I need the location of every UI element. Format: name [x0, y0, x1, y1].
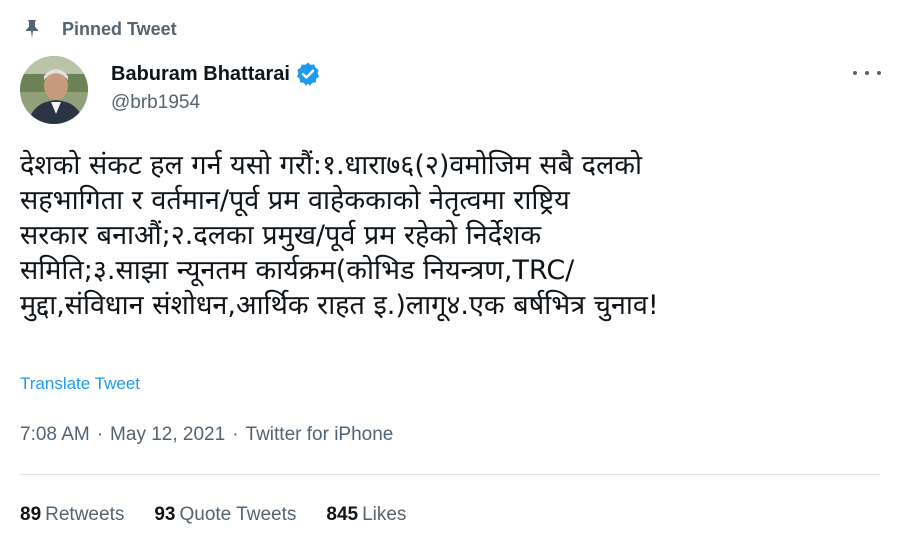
dot	[877, 71, 881, 75]
author-handle[interactable]: @brb1954	[111, 92, 321, 114]
avatar[interactable]	[20, 56, 88, 124]
tweet-date[interactable]: May 12, 2021	[110, 424, 225, 446]
verified-badge-icon	[295, 61, 321, 87]
likes-label: Likes	[362, 504, 407, 525]
tweet-text: देशको संकट हल गर्न यसो गरौं:१.धारा७६(२)व…	[20, 148, 890, 323]
tweet-text-line: सरकार बनाऔं;२.दलका प्रमुख/पूर्व प्रम रहे…	[20, 220, 542, 251]
dot	[853, 71, 857, 75]
meta-separator: ·	[232, 424, 239, 445]
tweet-source[interactable]: Twitter for iPhone	[246, 424, 394, 446]
likes-stat[interactable]: 845 Likes	[326, 504, 406, 526]
retweets-label: Retweets	[45, 504, 125, 525]
more-options-icon[interactable]	[850, 60, 884, 86]
tweet-meta: 7:08 AM · May 12, 2021 · Twitter for iPh…	[20, 424, 393, 446]
tweet-text-line: समिति;३.साझा न्यूनतम कार्यक्रम(कोभिड निय…	[20, 255, 575, 286]
likes-count: 845	[326, 504, 359, 525]
quote-tweets-stat[interactable]: 93 Quote Tweets	[154, 504, 296, 526]
tweet-stats: 89 Retweets 93 Quote Tweets 845 Likes	[20, 504, 436, 526]
retweets-count: 89	[20, 504, 42, 525]
divider	[20, 474, 880, 475]
tweet-text-line: देशको संकट हल गर्न यसो गरौं:१.धारा७६(२)व…	[20, 150, 642, 181]
quote-tweets-count: 93	[154, 504, 176, 525]
author-name[interactable]: Baburam Bhattarai	[111, 63, 290, 86]
tweet-text-line: मुद्दा,संविधान संशोधन,आर्थिक राहत इ.)लाग…	[20, 290, 659, 321]
pinned-label: Pinned Tweet	[62, 18, 177, 39]
retweets-stat[interactable]: 89 Retweets	[20, 504, 124, 526]
translate-tweet-link[interactable]: Translate Tweet	[20, 374, 140, 394]
meta-separator: ·	[96, 424, 104, 445]
tweet-text-line: सहभागिता र वर्तमान/पूर्व प्रम वाहेककाको …	[20, 185, 570, 216]
dot	[865, 71, 869, 75]
pinned-indicator: Pinned Tweet	[20, 16, 177, 42]
tweet-time[interactable]: 7:08 AM	[20, 424, 90, 446]
author-block: Baburam Bhattarai @brb1954	[111, 60, 321, 114]
quote-tweets-label: Quote Tweets	[179, 504, 297, 525]
pin-icon	[20, 17, 44, 41]
